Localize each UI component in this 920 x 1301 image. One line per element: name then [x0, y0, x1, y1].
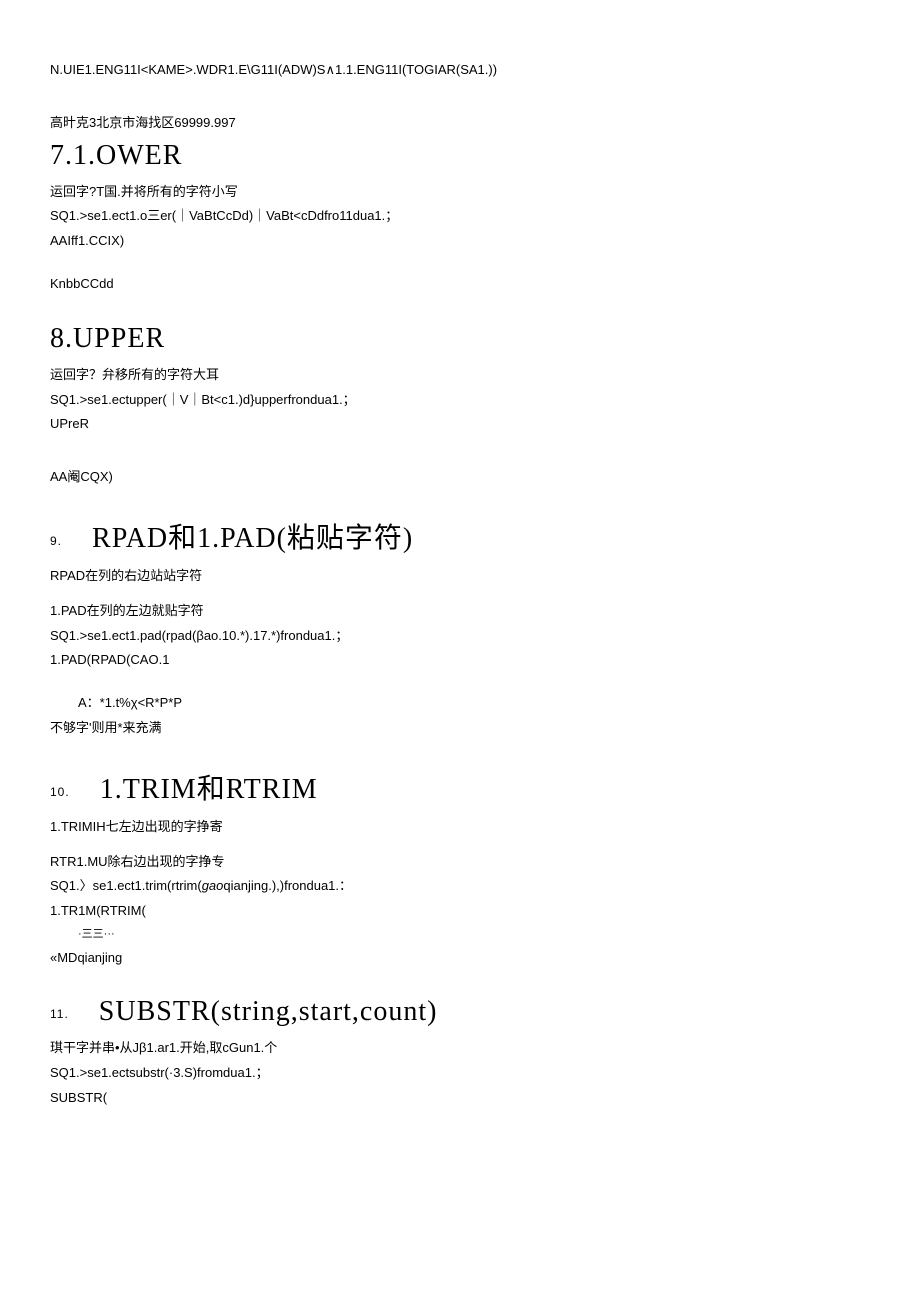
heading-10-text: 1.TRIM和RTRIM: [100, 767, 318, 807]
s10-code2: 1.TR1M(RTRIM(: [50, 901, 870, 922]
s9-code1: SQ1.>se1.ect1.pad(rpad(βao.10.*).17.*)fr…: [50, 626, 870, 647]
s8-code1: SQ1.>se1.ectupper(｜V｜Bt<c1.)d}upperfrond…: [50, 390, 870, 411]
s11-desc: 琪干字并串•从Jβ1.ar1.开始,取cGun1.个: [50, 1038, 870, 1059]
s9-result2: 不够字'则用*来充满: [50, 718, 870, 739]
heading-9: 9. RPAD和1.PAD(粘贴字符): [50, 516, 870, 556]
s9-desc1: RPAD在列的右边站站字符: [50, 566, 870, 587]
heading-10: 10. 1.TRIM和RTRIM: [50, 767, 870, 807]
heading-7: 7.1.OWER: [50, 140, 870, 172]
heading-11-num: 11.: [50, 1007, 69, 1021]
heading-8: 8.UPPER: [50, 323, 870, 355]
heading-11-text: SUBSTR(string,start,count): [99, 996, 438, 1028]
s7-code1: SQ1.>se1.ect1.o三er(｜VaBtCcDd)｜VaBt<cDdfr…: [50, 206, 870, 227]
s10-result: «MDqianjing: [50, 948, 870, 969]
s11-code2: SUBSTR(: [50, 1088, 870, 1109]
s10-code1: SQ1.〉se1.ect1.trim(rtrim(gaoqianjing.),)…: [50, 876, 870, 897]
s9-desc2: 1.PAD在列的左边就贴字符: [50, 601, 870, 622]
heading-9-text: RPAD和1.PAD(粘贴字符): [92, 516, 413, 556]
s9-code2: 1.PAD(RPAD(CAO.1: [50, 650, 870, 671]
s8-code2: UPreR: [50, 414, 870, 435]
heading-9-num: 9.: [50, 534, 62, 548]
top-code-line: N.UIE1.ENG11I<KAME>.WDR1.E\G11I(ADW)S∧1.…: [50, 60, 870, 81]
s8-desc: 运回字？弁移所有的字符大耳: [50, 365, 870, 386]
s7-desc: 运回字?T国.并将所有的字符小写: [50, 182, 870, 203]
s11-code1: SQ1.>se1.ectsubstr(·3.S)fromdua1.；: [50, 1063, 870, 1084]
s10-desc2: RTR1.MU除右边出现的字挣专: [50, 852, 870, 873]
top-result-line: 高旪克3北京市海找区69999.997: [50, 113, 870, 134]
s7-result: KnbbCCdd: [50, 274, 870, 295]
s10-desc1: 1.TRIMIH七左边出现的字挣寄: [50, 817, 870, 838]
s8-result: AA阉CQX): [50, 467, 870, 488]
heading-10-num: 10.: [50, 785, 70, 799]
heading-11: 11. SUBSTR(string,start,count): [50, 996, 870, 1028]
s10-dots: ·三三···: [50, 926, 870, 944]
s9-result1: A：*1.t%χ<R*P*P: [50, 693, 870, 714]
s7-code2: AAIff1.CCIX): [50, 231, 870, 252]
